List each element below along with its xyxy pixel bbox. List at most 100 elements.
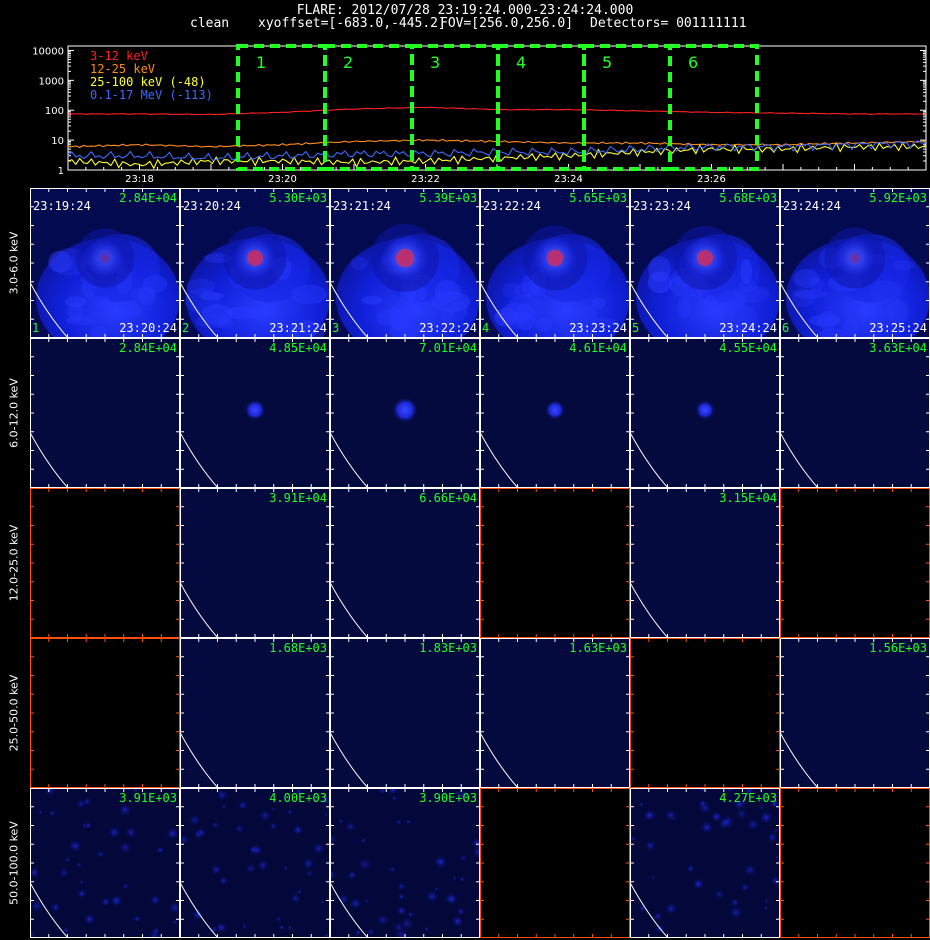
panel-background: [480, 788, 630, 938]
panel-end-time: 23:24:24: [719, 321, 777, 335]
panel-index: 6: [782, 321, 789, 335]
noise-speckle: [245, 862, 257, 874]
panel-max-value: 4.85E+04: [269, 341, 327, 355]
noise-speckle: [405, 819, 411, 825]
emission-blob: [350, 256, 368, 271]
panel-background: [330, 638, 480, 788]
panel-content: [630, 638, 780, 788]
noise-speckle: [58, 867, 70, 878]
image-panel: [30, 488, 180, 638]
panel-content: [330, 638, 480, 788]
emission-blob: [130, 287, 155, 301]
noise-speckle: [48, 809, 56, 817]
noise-speckle: [433, 855, 448, 869]
row-label-text: 3.0-6.0 keV: [7, 231, 21, 295]
panel-content: [30, 638, 180, 788]
image-panel: [480, 788, 630, 938]
image-panel: 4.61E+04: [480, 338, 630, 488]
panel-max-value: 3.90E+03: [419, 791, 477, 805]
noise-speckle: [68, 839, 82, 853]
panel-max-value: 1.56E+03: [869, 641, 927, 655]
emission-blob: [809, 314, 841, 327]
image-panel: [480, 488, 630, 638]
noise-speckle: [79, 880, 85, 886]
noise-speckle: [407, 911, 414, 918]
panel-index: 4: [482, 321, 489, 335]
panel-content: [180, 638, 330, 788]
panel-start-time: 23:24:24: [783, 199, 841, 213]
noise-speckle: [424, 926, 429, 932]
noise-speckle: [451, 915, 464, 928]
noise-speckle: [211, 821, 220, 829]
noise-speckle: [188, 813, 201, 826]
panel-max-value: 4.55E+04: [719, 341, 777, 355]
panel-background: [630, 638, 780, 788]
noise-speckle: [302, 857, 315, 870]
noise-speckle: [638, 801, 645, 808]
flare-source: [392, 397, 418, 423]
noise-speckle: [100, 896, 111, 907]
panel-background: [180, 638, 330, 788]
panel-max-value: 4.61E+04: [569, 341, 627, 355]
noise-speckle: [149, 894, 161, 906]
panel-content: [480, 788, 630, 938]
noise-speckle: [83, 913, 96, 925]
panel-start-time: 23:19:24: [33, 199, 91, 213]
image-panel: 2.84E+04 23:19:24 23:20:24 1: [30, 188, 180, 338]
panel-max-value: 4.27E+03: [719, 791, 777, 805]
panel-index: 5: [632, 321, 639, 335]
noise-speckle: [241, 923, 248, 929]
noise-speckle: [270, 807, 276, 812]
noise-speckle: [349, 897, 362, 910]
image-panel: 3.90E+03: [330, 788, 480, 938]
panel-index: 2: [182, 321, 189, 335]
emission-blob: [534, 316, 552, 332]
image-panel: 3.91E+03: [30, 788, 180, 938]
image-panel: 1.56E+03: [780, 638, 930, 788]
source-core: [395, 248, 415, 268]
flare-source: [695, 400, 715, 420]
panel-content: [480, 638, 630, 788]
image-panel: [780, 488, 930, 638]
noise-speckle: [710, 811, 723, 823]
noise-speckle: [269, 821, 278, 831]
image-panel: 3.91E+04: [180, 488, 330, 638]
flare-source: [834, 237, 876, 279]
image-panel: 4.27E+03: [630, 788, 780, 938]
panel-index: 1: [32, 321, 39, 335]
emission-blob: [64, 296, 87, 308]
noise-speckle: [396, 881, 407, 892]
noise-speckle: [397, 893, 405, 901]
panel-max-value: 1.83E+03: [419, 641, 477, 655]
image-panel: 5.39E+03 23:21:24 23:22:24 3: [330, 188, 480, 338]
panel-content: [630, 788, 780, 938]
noise-speckle: [287, 809, 293, 815]
panel-max-value: 1.63E+03: [569, 641, 627, 655]
noise-speckle: [337, 818, 344, 825]
noise-speckle: [258, 809, 272, 822]
noise-speckle: [125, 826, 138, 839]
noise-speckle: [323, 812, 329, 818]
noise-speckle: [692, 878, 705, 890]
emission-blob: [843, 318, 859, 337]
noise-speckle: [108, 826, 121, 839]
source-core: [697, 250, 713, 266]
noise-speckle: [80, 822, 88, 829]
row-label: 50.0-100.0 keV: [0, 788, 28, 938]
noise-speckle: [456, 907, 465, 916]
panel-end-time: 23:22:24: [419, 321, 477, 335]
noise-speckle: [290, 893, 302, 904]
noise-speckle: [395, 819, 402, 826]
emission-blob: [450, 299, 468, 322]
panel-content: [330, 488, 480, 638]
noise-speckle: [389, 866, 396, 873]
noise-speckle: [720, 814, 735, 829]
emission-blob: [647, 271, 672, 294]
noise-speckle: [736, 808, 748, 820]
noise-speckle: [237, 800, 248, 811]
panel-max-value: 2.84E+04: [119, 191, 177, 205]
noise-speckle: [740, 882, 750, 892]
panel-index: 3: [332, 321, 339, 335]
noise-speckle: [376, 914, 389, 926]
noise-speckle: [759, 810, 773, 825]
